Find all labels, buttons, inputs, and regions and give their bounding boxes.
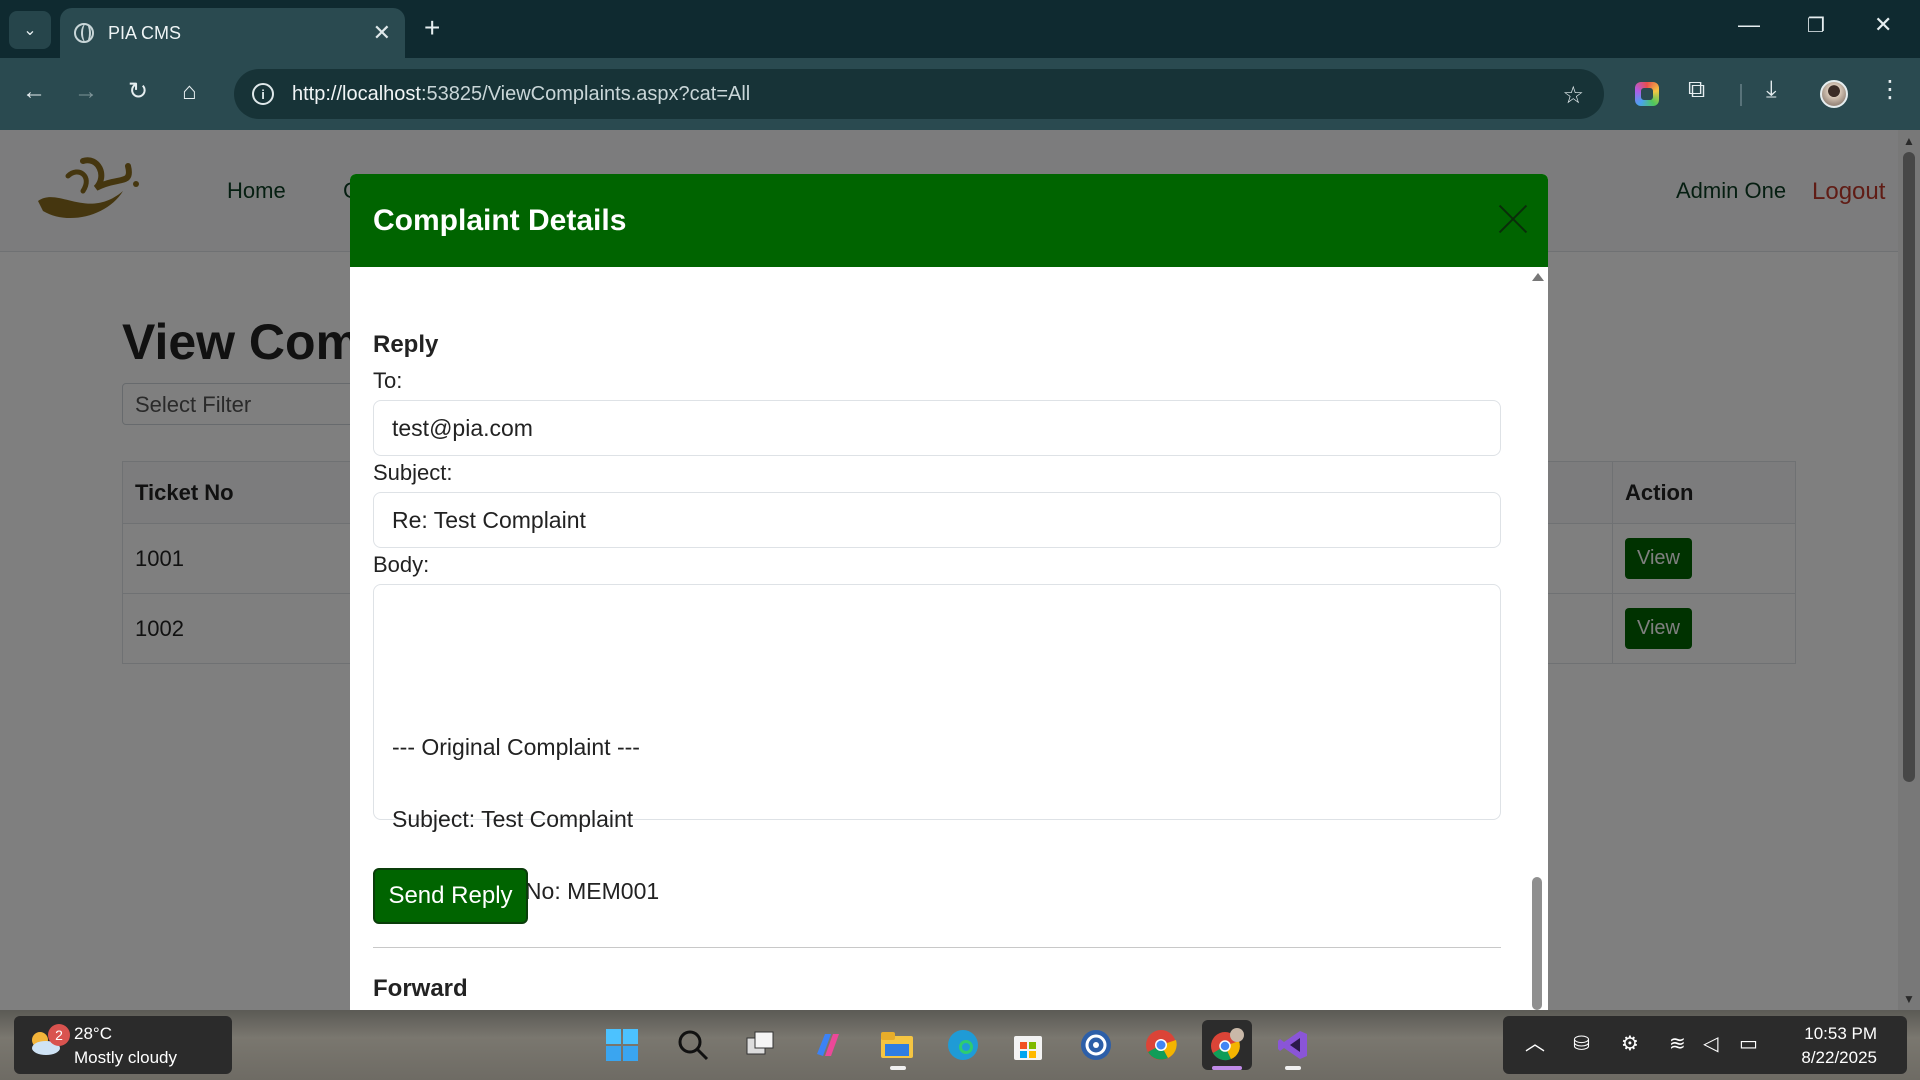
- chrome-profile-button[interactable]: [1202, 1020, 1252, 1070]
- visual-studio-button[interactable]: [1268, 1020, 1318, 1070]
- modal-title: Complaint Details: [373, 203, 627, 237]
- profile-avatar[interactable]: [1820, 80, 1848, 108]
- signal-app-icon: [1081, 1030, 1111, 1060]
- body-line: Membership No: MEM001: [392, 878, 660, 904]
- file-explorer-button[interactable]: [872, 1020, 922, 1070]
- chrome-profile-icon: [1211, 1028, 1244, 1061]
- running-app-indicator: [1285, 1066, 1301, 1070]
- weather-description: Mostly cloudy: [74, 1048, 177, 1067]
- chrome-icon: [1146, 1030, 1177, 1060]
- browser-tab[interactable]: PIA CMS ✕: [60, 8, 405, 58]
- task-view-button[interactable]: [735, 1020, 785, 1070]
- close-window-icon[interactable]: ✕: [1874, 14, 1892, 36]
- modal-scrollbar[interactable]: [1526, 267, 1548, 1010]
- reload-icon[interactable]: ↻: [128, 80, 148, 104]
- task-view-icon: [746, 1031, 774, 1055]
- body-label: Body:: [373, 552, 430, 577]
- body-line: Subject: Test Complaint: [392, 806, 634, 832]
- browser-tab-bar: ⌄ PIA CMS ✕ + — ❐ ✕: [0, 0, 1920, 58]
- site-info-icon[interactable]: i: [252, 83, 274, 105]
- store-icon: [1014, 1036, 1042, 1060]
- to-input[interactable]: [373, 400, 1501, 456]
- show-hidden-icons-chevron-icon[interactable]: ︿: [1525, 1034, 1545, 1054]
- forward-arrow-icon[interactable]: →: [74, 80, 98, 104]
- download-icon[interactable]: ⤓: [1766, 78, 1777, 102]
- complaint-details-modal: Complaint Details Reply To: Subject: Bod…: [350, 174, 1548, 1010]
- weather-temperature: 28°C: [74, 1024, 112, 1043]
- home-icon[interactable]: ⌂: [182, 80, 197, 104]
- extensions-puzzle-icon[interactable]: ⧉: [1688, 78, 1705, 102]
- restore-icon[interactable]: ❐: [1807, 16, 1825, 36]
- browser-toolbar: ← → ↻ ⌂ i http://localhost:53825/ViewCom…: [0, 58, 1920, 130]
- url-text[interactable]: http://localhost:53825/ViewComplaints.as…: [292, 83, 750, 106]
- network-drive-icon[interactable]: ⛁: [1573, 1034, 1590, 1054]
- tab-search-chevron-icon[interactable]: ⌄: [9, 11, 51, 49]
- weather-widget[interactable]: 2 28°C Mostly cloudy: [14, 1016, 232, 1074]
- copilot-icon: [817, 1034, 839, 1056]
- windows-logo-icon: [606, 1029, 638, 1061]
- search-taskbar-button[interactable]: [668, 1020, 718, 1070]
- edge-browser-icon: [948, 1030, 978, 1060]
- close-tab-icon[interactable]: ✕: [373, 22, 391, 44]
- chrome-button[interactable]: [1136, 1020, 1186, 1070]
- active-app-underline: [1212, 1066, 1242, 1070]
- close-icon[interactable]: [1498, 204, 1528, 234]
- body-textarea[interactable]: --- Original Complaint --- Subject: Test…: [373, 584, 1501, 904]
- minimize-icon[interactable]: —: [1738, 14, 1760, 36]
- subject-input[interactable]: [373, 492, 1501, 548]
- to-label: To:: [373, 368, 403, 393]
- subject-label: Subject:: [373, 460, 453, 485]
- vpn-app-button[interactable]: [1071, 1020, 1121, 1070]
- more-menu-icon[interactable]: ⋮: [1878, 78, 1902, 102]
- clock-date[interactable]: 8/22/2025: [1801, 1048, 1877, 1068]
- web-page: Home C Admin One Logout View Comp Select…: [0, 130, 1920, 1010]
- search-icon: [678, 1030, 709, 1061]
- visual-studio-icon: [1278, 1031, 1307, 1059]
- store-button[interactable]: [1003, 1020, 1053, 1070]
- body-line: --- Original Complaint ---: [392, 734, 640, 760]
- address-bar[interactable]: i http://localhost:53825/ViewComplaints.…: [234, 69, 1604, 119]
- reply-section-title: Reply: [373, 331, 439, 358]
- steam-icon[interactable]: ⚙: [1621, 1034, 1639, 1054]
- new-tab-plus-icon[interactable]: +: [424, 14, 440, 42]
- weather-alert-badge: 2: [48, 1024, 70, 1046]
- bookmark-star-icon[interactable]: ☆: [1562, 81, 1584, 110]
- color-extension-icon[interactable]: [1635, 82, 1659, 106]
- back-arrow-icon[interactable]: ←: [22, 80, 46, 104]
- clock-time[interactable]: 10:53 PM: [1804, 1024, 1877, 1044]
- system-tray: ︿ ⛁ ⚙ ≋ ◁ ▭ 10:53 PM 8/22/2025: [1503, 1016, 1907, 1074]
- toolbar-divider: [1740, 84, 1742, 106]
- globe-icon: [74, 23, 94, 43]
- modal-scroll-up-icon[interactable]: [1532, 273, 1544, 281]
- windows-taskbar: 2 28°C Mostly cloudy ︿ ⛁ ⚙ ≋ ◁ ▭ 10:53 P…: [0, 1010, 1920, 1080]
- wifi-icon[interactable]: ≋: [1669, 1034, 1686, 1054]
- volume-icon[interactable]: ◁: [1703, 1034, 1718, 1054]
- modal-body: Reply To: Subject: Body: --- Original Co…: [350, 267, 1548, 1010]
- folder-icon: [881, 1032, 913, 1058]
- copilot-button[interactable]: [803, 1020, 853, 1070]
- battery-icon[interactable]: ▭: [1739, 1034, 1758, 1054]
- modal-scroll-thumb[interactable]: [1532, 877, 1542, 1010]
- modal-header: Complaint Details: [350, 174, 1548, 267]
- start-button[interactable]: [597, 1020, 647, 1070]
- tab-title: PIA CMS: [108, 22, 182, 43]
- edge-button[interactable]: [938, 1020, 988, 1070]
- running-app-indicator: [890, 1066, 906, 1070]
